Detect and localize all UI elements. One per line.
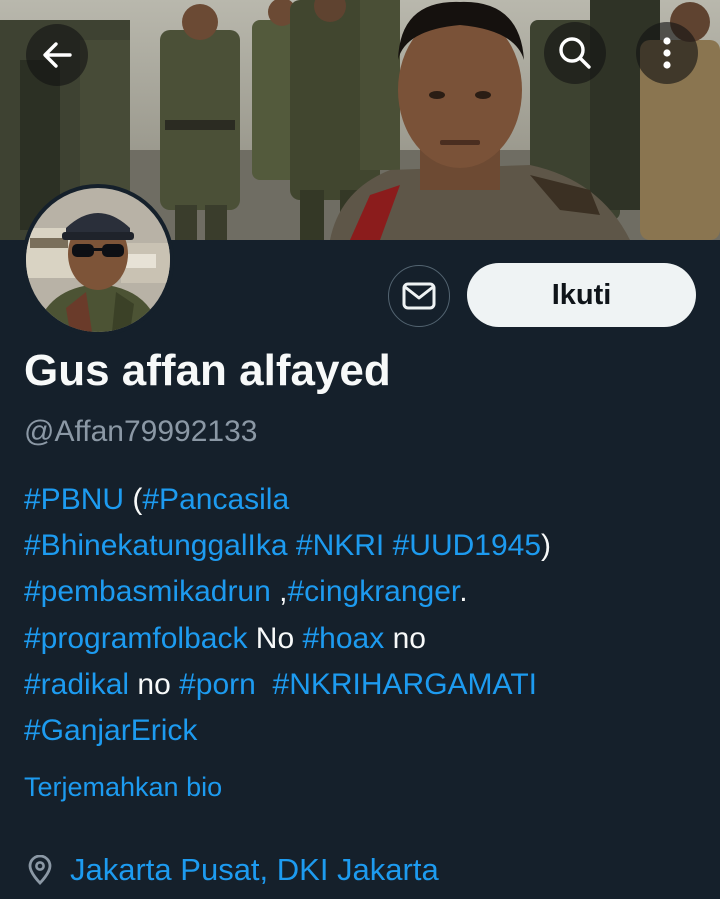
bio-line: #BhinekatunggalIka #NKRI #UUD1945) (24, 523, 704, 569)
hashtag-link[interactable]: #PBNU (24, 483, 124, 516)
bio-text: ) (541, 529, 552, 563)
search-button[interactable] (544, 22, 606, 84)
translate-bio-link[interactable]: Terjemahkan bio (24, 772, 222, 803)
hashtag-link[interactable]: #BhinekatunggalIka (24, 529, 288, 562)
location-text[interactable]: Jakarta Pusat, DKI Jakarta (70, 852, 439, 888)
message-button[interactable] (388, 265, 450, 327)
location-pin-icon (28, 855, 52, 885)
bio-text: No (247, 621, 303, 655)
hashtag-link[interactable]: #pembasmikadrun (24, 575, 271, 608)
hashtag-link[interactable]: #NKRI (296, 529, 384, 562)
bio-text: no (384, 621, 426, 655)
more-options-button[interactable] (636, 22, 698, 84)
bio-line: #PBNU (#Pancasila (24, 477, 704, 523)
hashtag-link[interactable]: #programfolback (24, 622, 247, 655)
hashtag-link[interactable]: #radikal (24, 668, 129, 701)
follow-button[interactable]: Ikuti (467, 263, 696, 327)
avatar[interactable] (22, 184, 174, 336)
bio-line: #GanjarErick (24, 708, 704, 754)
display-name: Gus affan alfayed (24, 346, 391, 395)
arrow-left-icon (43, 42, 72, 68)
bio-line: #radikal no #porn #NKRIHARGAMATI (24, 662, 704, 708)
bio-line: #programfolback No #hoax no (24, 616, 704, 662)
more-vertical-icon (663, 37, 671, 69)
hashtag-link[interactable]: #GanjarErick (24, 714, 197, 747)
hashtag-link[interactable]: #Pancasila (142, 483, 289, 516)
hashtag-link[interactable]: #UUD1945 (393, 529, 541, 562)
envelope-icon (402, 282, 436, 310)
back-button[interactable] (26, 24, 88, 86)
bio-text (256, 668, 273, 701)
bio-text: , (270, 575, 288, 609)
hashtag-link[interactable]: #NKRIHARGAMATI (273, 668, 537, 701)
profile-location: Jakarta Pusat, DKI Jakarta (26, 852, 439, 888)
bio-line: #pembasmikadrun ,#cingkranger. (24, 569, 704, 615)
user-handle: @Affan79992133 (24, 415, 258, 448)
search-icon (559, 37, 591, 69)
bio-text (384, 529, 392, 562)
bio-text: ( (124, 483, 143, 516)
bio-text (288, 529, 296, 562)
hashtag-link[interactable]: #hoax (302, 622, 384, 655)
profile-page: Ikuti Gus affan alfayed @Affan79992133 #… (0, 0, 720, 899)
bio-text: . (459, 575, 468, 609)
hashtag-link[interactable]: #cingkranger (287, 575, 459, 608)
hashtag-link[interactable]: #porn (179, 668, 256, 701)
bio-text: no (129, 667, 180, 701)
profile-bio: #PBNU (#Pancasila #BhinekatunggalIka #NKR… (24, 477, 704, 754)
